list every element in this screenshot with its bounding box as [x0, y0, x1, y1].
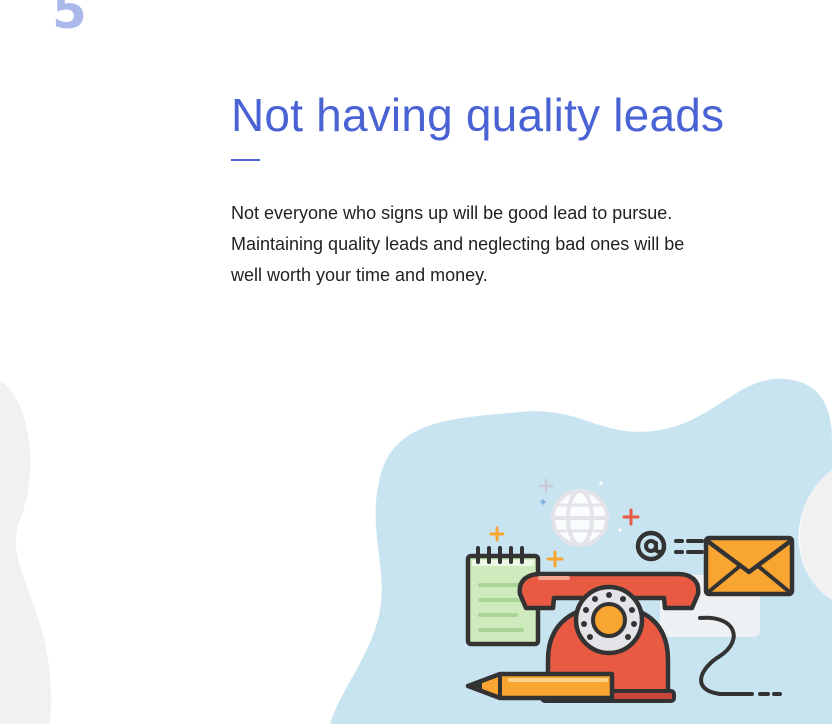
globe-icon: [551, 489, 609, 547]
phone-leads-illustration: [465, 478, 795, 703]
envelope-icon: [703, 535, 795, 597]
pencil-icon: [465, 671, 615, 701]
at-sign-icon: [635, 530, 704, 562]
